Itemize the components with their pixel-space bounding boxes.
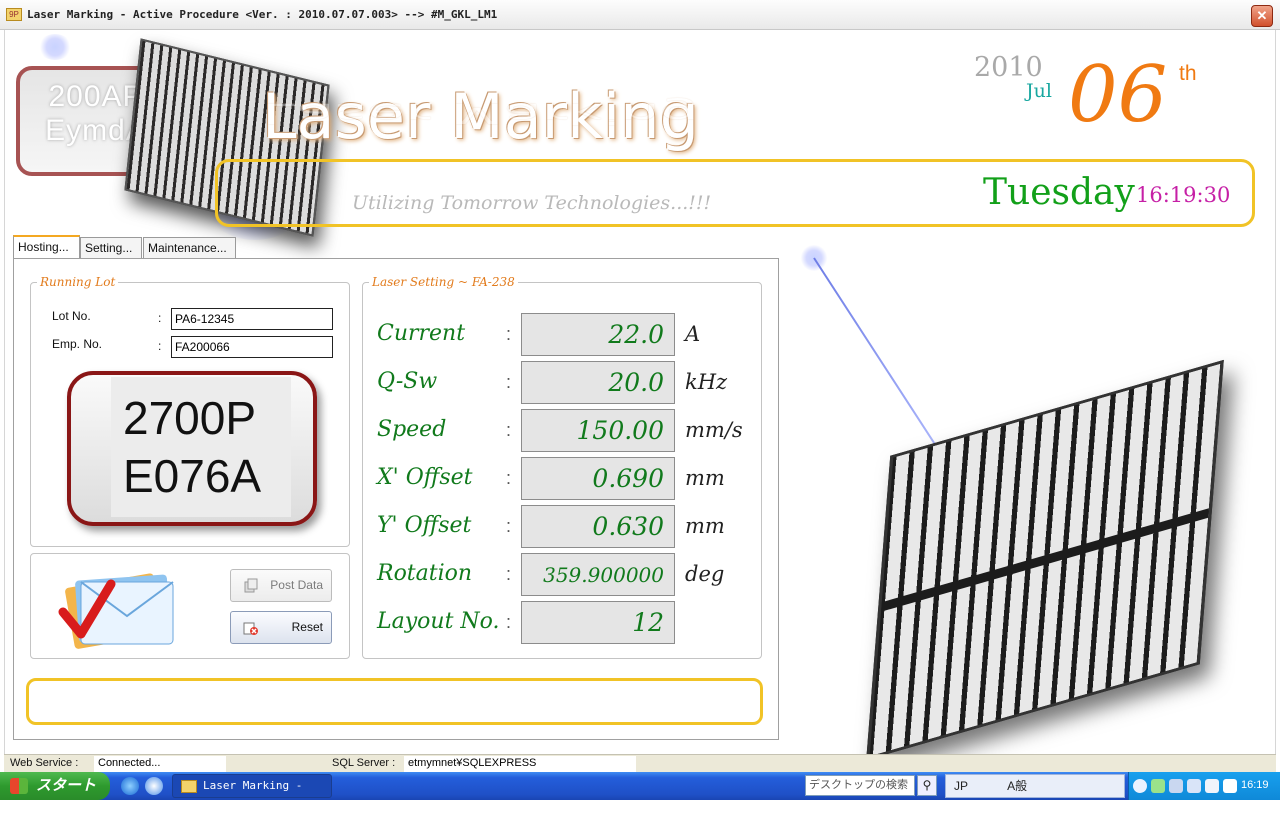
message-bar [26,678,763,725]
layout-no-colon: : [506,612,512,632]
current-value: 22.0 [521,313,675,356]
qsw-label: Q-Sw [377,369,438,394]
date-weekday: Tuesday [983,172,1135,213]
qsw-colon: : [506,372,512,392]
rotation-unit: deg [685,562,725,586]
network-icon[interactable] [1169,779,1183,793]
layout-no-label: Layout No. [377,609,500,634]
y-offset-colon: : [506,516,512,536]
window-titlebar[interactable]: 9P Laser Marking - Active Procedure <Ver… [0,0,1280,30]
sql-server-label: SQL Server : [332,757,396,769]
x-offset-label: X' Offset [377,465,473,490]
app-task-icon [181,780,197,793]
desktop-search-input[interactable]: デスクトップの検索 [805,775,915,796]
emp-no-label: Emp. No. [52,337,103,351]
layout-no-value: 12 [521,601,675,644]
date-year: 2010 [974,52,1043,83]
y-offset-label: Y' Offset [377,513,472,538]
window-title: Laser Marking - Active Procedure <Ver. :… [27,8,498,21]
web-service-label: Web Service : [10,757,79,769]
date-month: Jul [1026,80,1052,102]
lot-no-field[interactable]: PA6-12345 [171,308,333,330]
ie-icon[interactable] [121,777,139,795]
marking-line1: 2700P [123,392,257,444]
current-colon: : [506,324,512,344]
reset-icon [243,622,258,635]
web-service-status: Connected... [94,756,226,772]
time-display: 16:19:30 [1136,183,1231,207]
y-offset-unit: mm [685,514,725,538]
emp-no-colon: : [158,339,162,353]
mail-check-icon [58,573,174,649]
lot-no-colon: : [158,311,162,325]
reset-button[interactable]: Reset [230,611,332,644]
current-label: Current [377,321,466,346]
status-bar: Web Service : Connected... SQL Server : … [4,754,1276,772]
tab-hosting[interactable]: Hosting... [13,235,80,259]
system-tray: 16:19 [1128,772,1280,800]
search-icon[interactable]: ⚲ [917,775,937,796]
qsw-value: 20.0 [521,361,675,404]
tab-maintenance[interactable]: Maintenance... [143,237,236,258]
glow-spark-icon [38,34,72,60]
speed-colon: : [506,420,512,440]
post-data-label: Post Data [270,578,323,592]
date-day-suffix: th [1179,62,1197,85]
sql-server-status: etmymnet¥SQLEXPRESS [404,756,636,772]
search-tray-icon[interactable] [1205,779,1219,793]
windows-flag-icon [10,778,28,794]
app-icon: 9P [6,8,22,21]
tab-setting[interactable]: Setting... [80,237,142,258]
laser-setting-legend: Laser Setting ~ FA-238 [372,275,515,289]
copy-icon [244,578,258,593]
app-heading-reflection: Laser Marking [262,97,699,130]
lot-no-label: Lot No. [52,309,91,323]
speed-value: 150.00 [521,409,675,452]
close-button[interactable]: ✕ [1251,5,1273,27]
tray-expand-icon[interactable] [1133,779,1147,793]
tagline: Utilizing Tomorrow Technologies...!!! [352,192,712,214]
tray-app-icon[interactable] [1151,779,1165,793]
network2-icon[interactable] [1187,779,1201,793]
ime-mode-label: A般 [1007,779,1028,793]
date-day: 06 [1068,50,1168,140]
marking-preview: 2700P E076A [67,371,317,526]
browser-icon[interactable] [145,777,163,795]
running-lot-legend: Running Lot [40,275,116,289]
x-offset-value: 0.690 [521,457,675,500]
x-offset-colon: : [506,468,512,488]
rotation-colon: : [506,564,512,584]
x-offset-unit: mm [685,466,725,490]
taskbar-clock: 16:19 [1241,779,1269,791]
current-unit: A [685,322,701,346]
post-data-button[interactable]: Post Data [230,569,332,602]
qsw-unit: kHz [685,370,728,394]
speed-unit: mm/s [685,418,743,442]
marking-line2: E076A [123,450,262,502]
taskbar-app-label: Laser Marking - Acti... [203,779,303,814]
language-bar[interactable]: JP A般 [945,774,1125,798]
speed-label: Speed [377,417,447,442]
y-offset-value: 0.630 [521,505,675,548]
start-button[interactable]: スタート [0,772,110,800]
reset-label: Reset [291,620,323,634]
start-label: スタート [36,777,97,794]
taskbar-app-button[interactable]: Laser Marking - Acti... [172,774,332,814]
rotation-value: 359.900000 [521,553,675,596]
rotation-label: Rotation [377,561,473,586]
language-label: JP [954,779,968,793]
emp-no-field[interactable]: FA200066 [171,336,333,358]
taskbar: スタート Laser Marking - Acti... デスクトップの検索 ⚲… [0,772,1280,814]
display-icon[interactable] [1223,779,1237,793]
